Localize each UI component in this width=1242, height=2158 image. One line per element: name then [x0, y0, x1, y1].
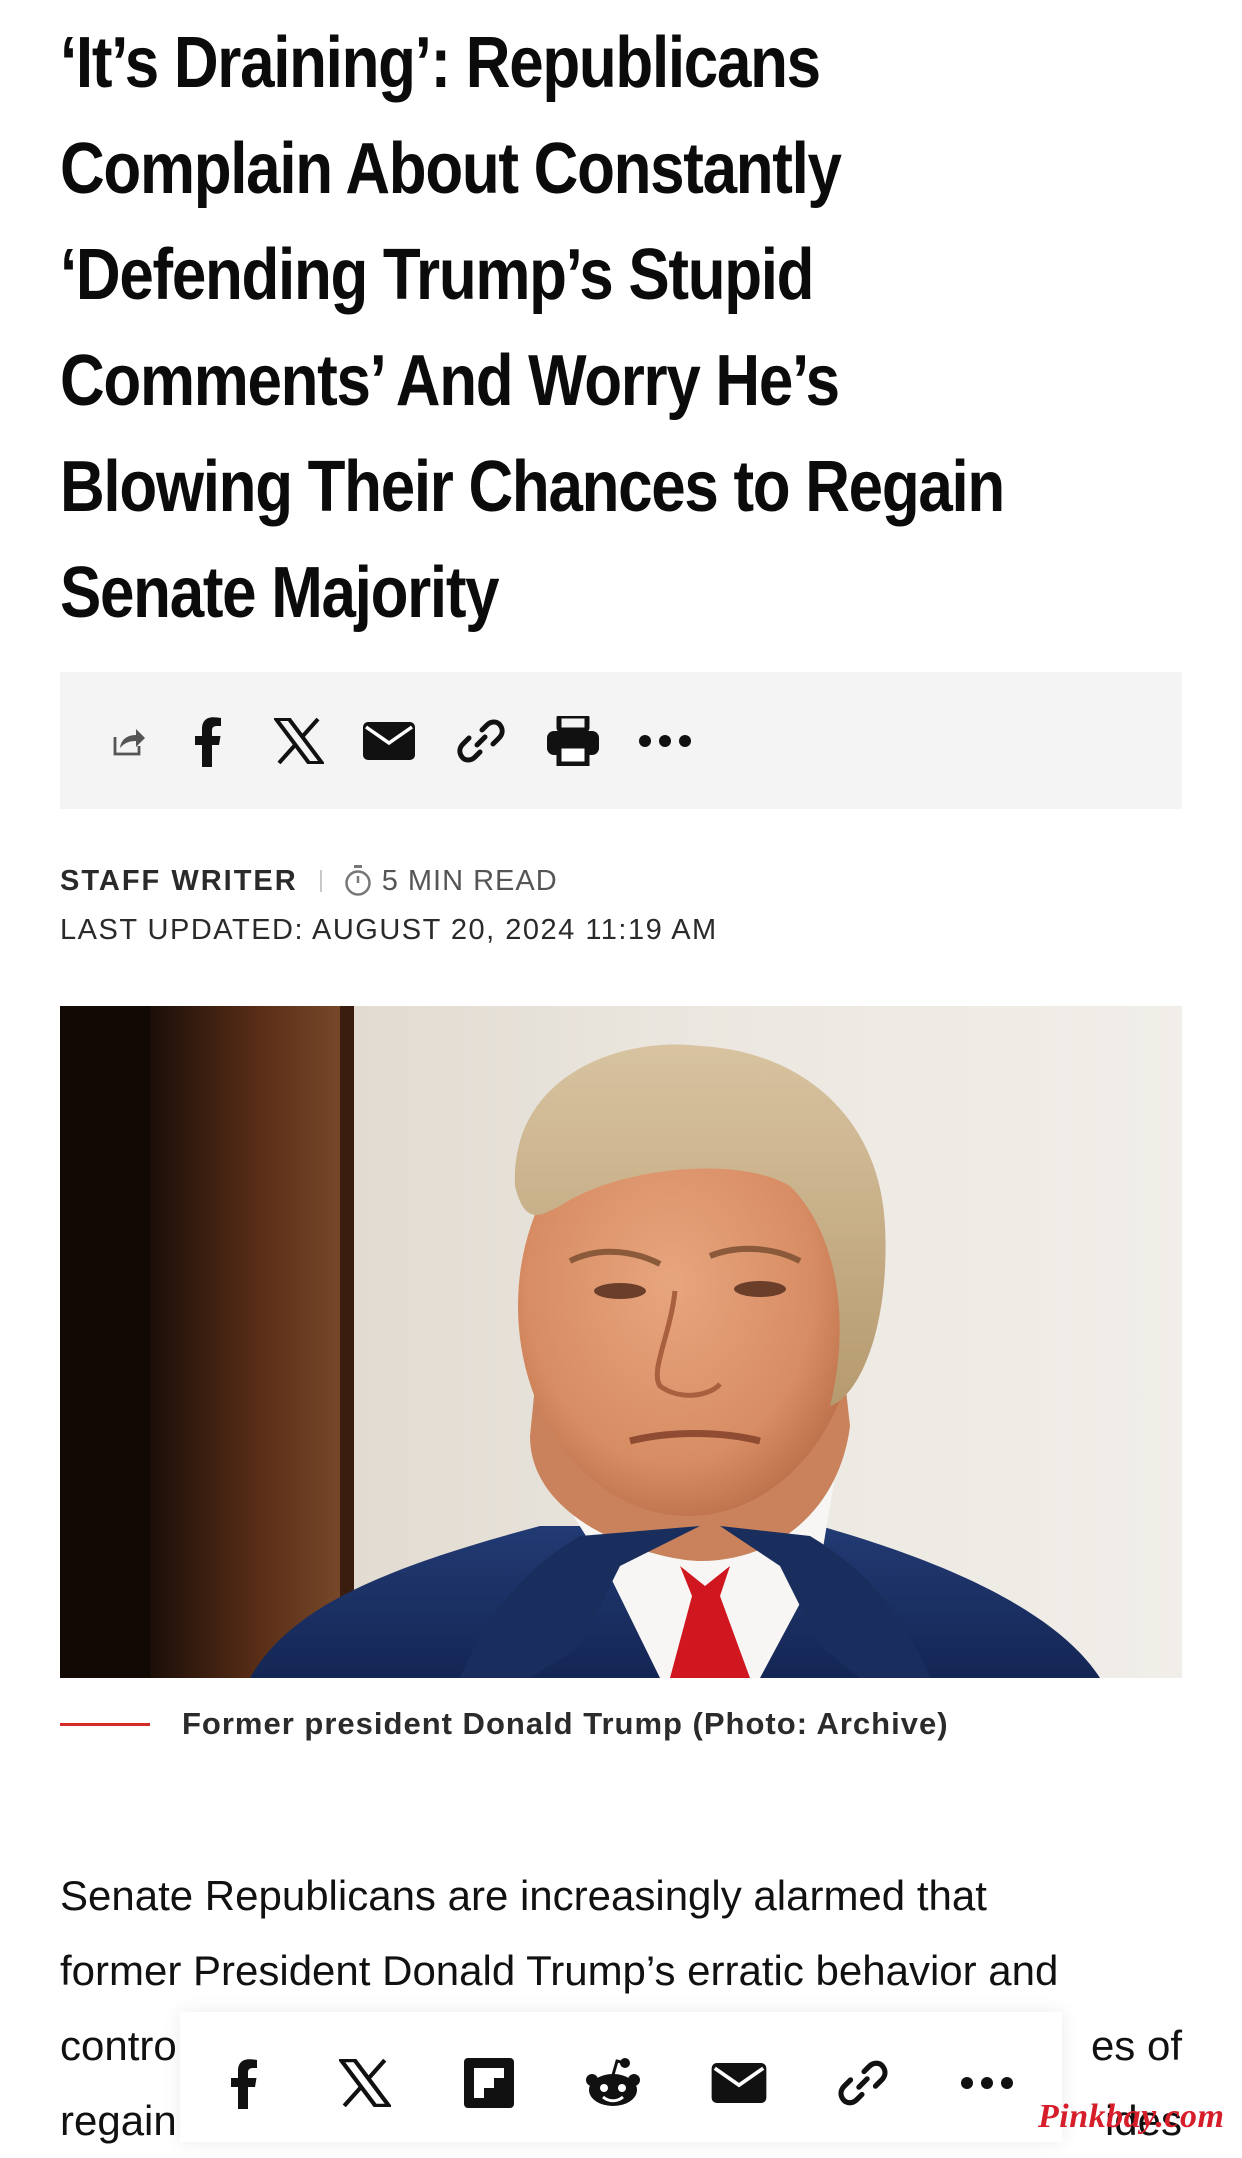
facebook-icon[interactable]: [210, 2050, 276, 2116]
article-photo-image: [60, 1006, 1182, 1678]
more-icon[interactable]: [636, 712, 694, 770]
print-icon[interactable]: [544, 712, 602, 770]
last-updated: LAST UPDATED: AUGUST 20, 2024 11:19 AM: [60, 914, 718, 946]
email-icon[interactable]: [706, 2050, 772, 2116]
article-photo: [60, 1006, 1182, 1678]
share-icon[interactable]: [100, 712, 158, 770]
watermark: Pinkbay.com: [1038, 2098, 1225, 2135]
article-meta: STAFF WRITER 5 MIN READ LAST UPDATED: AU…: [60, 858, 1182, 947]
share-toolbar: [60, 672, 1182, 809]
x-icon[interactable]: [270, 712, 328, 770]
more-icon[interactable]: [954, 2050, 1020, 2116]
floating-share-bar: [180, 2012, 1062, 2142]
facebook-icon[interactable]: [178, 712, 236, 770]
image-caption-row: Former president Donald Trump (Photo: Ar…: [60, 1706, 1182, 1742]
body-line: former President Donald Trump’s erratic …: [60, 1947, 1059, 1994]
body-line: Senate Republicans are increasingly alar…: [60, 1872, 987, 1919]
link-icon[interactable]: [830, 2050, 896, 2116]
email-icon[interactable]: [360, 712, 418, 770]
read-time-label: 5 MIN READ: [381, 864, 558, 897]
x-icon[interactable]: [332, 2050, 398, 2116]
article-headline: ‘It’s Draining’: Republicans Complain Ab…: [60, 23, 1005, 633]
body-fragment-left: contro: [60, 2022, 177, 2069]
stopwatch-icon: [344, 865, 371, 896]
author-link[interactable]: STAFF WRITER: [60, 865, 298, 898]
meta-divider: [319, 870, 322, 892]
body-fragment-right: es of: [1090, 2022, 1182, 2069]
read-time: 5 MIN READ: [344, 865, 558, 898]
reddit-icon[interactable]: [580, 2050, 646, 2116]
image-caption: Former president Donald Trump (Photo: Ar…: [182, 1706, 949, 1741]
caption-accent-line: [60, 1722, 150, 1726]
body-fragment-left: regain: [60, 2097, 177, 2144]
flipboard-icon[interactable]: [456, 2050, 522, 2116]
link-icon[interactable]: [452, 712, 510, 770]
